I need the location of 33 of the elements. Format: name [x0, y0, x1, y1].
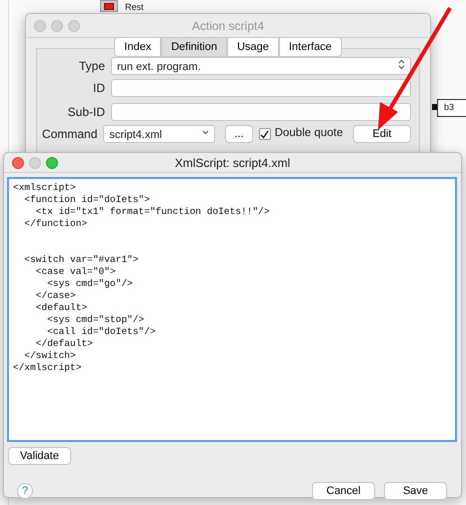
- field-label: Type: [78, 58, 105, 75]
- zoom-button[interactable]: [46, 157, 58, 169]
- id-field[interactable]: [111, 79, 411, 97]
- tab[interactable]: Definition: [161, 37, 228, 57]
- close-button[interactable]: [34, 20, 46, 32]
- tab[interactable]: Interface: [278, 37, 342, 57]
- field-label: Command: [41, 126, 98, 143]
- reset-node-icon: [100, 0, 118, 12]
- minimize-button[interactable]: [29, 157, 41, 169]
- window-title: Action script4: [192, 18, 264, 34]
- node[interactable]: b3: [437, 99, 466, 117]
- updown-icon: [398, 59, 405, 70]
- checkbox[interactable]: [258, 128, 271, 140]
- validate-button[interactable]: Validate: [8, 447, 71, 465]
- field-label: Sub-ID: [66, 104, 105, 121]
- node-label: Rest: [125, 1, 144, 14]
- zoom-button[interactable]: [68, 20, 80, 32]
- help-button[interactable]: ?: [17, 483, 33, 499]
- close-button[interactable]: [12, 157, 24, 169]
- field-label: ID: [92, 80, 105, 97]
- sub-id-field[interactable]: [111, 103, 411, 121]
- tab[interactable]: Usage: [227, 37, 279, 57]
- minimize-button[interactable]: [51, 20, 63, 32]
- command-combobox[interactable]: script4.xml: [103, 125, 216, 143]
- cancel-button[interactable]: Cancel: [312, 482, 375, 500]
- window-title: XmlScript: script4.xml: [174, 154, 290, 172]
- checkbox-label: Double quote: [274, 126, 343, 142]
- type-select[interactable]: run ext. program.: [111, 57, 411, 75]
- code-editor[interactable]: <xmlscript> <function id="doIets"> <tx id="tx1" format="function doIets!!"/> </function> <switch var="#var1"> <case val="0"> <sys cmd="go"/> </case> <default> <sys cmd="stop"/> <call id="doIets"/> </default> </switch> </xmlscript>: [7, 177, 457, 442]
- tab[interactable]: Index: [114, 37, 162, 57]
- browse-button[interactable]: ...: [225, 125, 253, 143]
- edit-button[interactable]: Edit: [353, 125, 411, 143]
- save-button[interactable]: Save: [384, 482, 447, 500]
